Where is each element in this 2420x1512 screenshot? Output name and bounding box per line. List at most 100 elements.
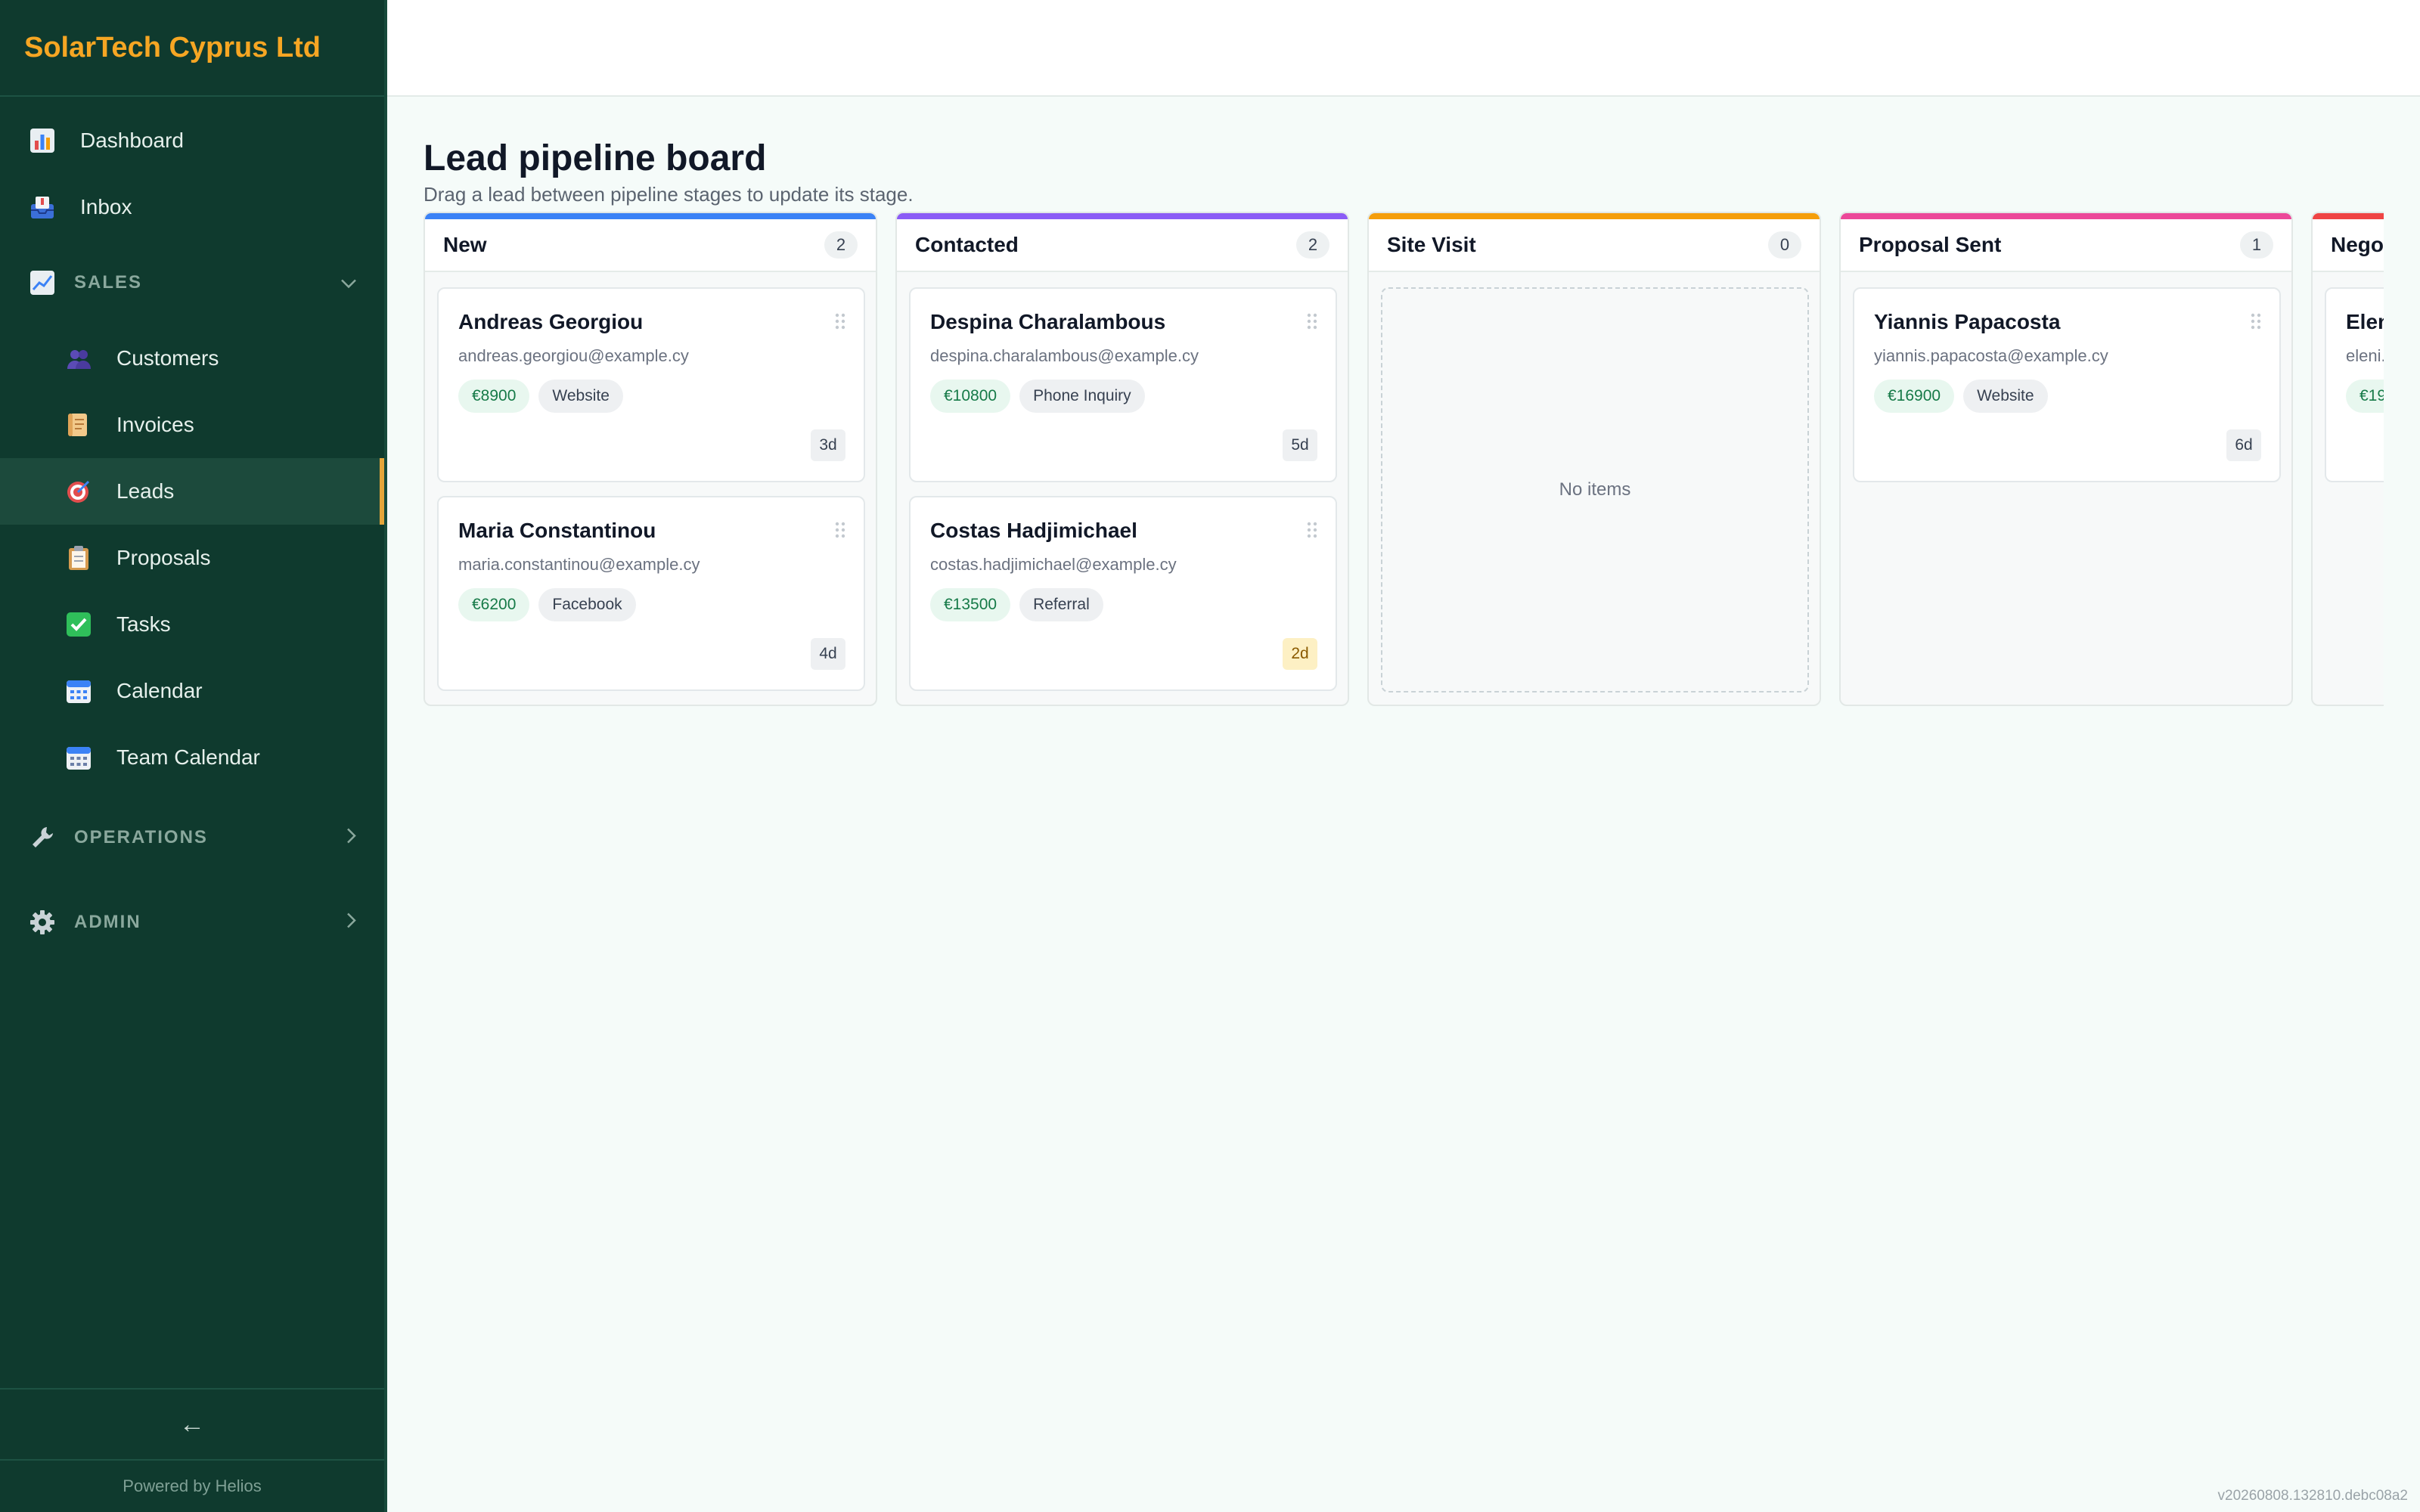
sidebar-item-calendar[interactable]: Calendar [0,658,384,724]
drag-handle-icon[interactable] [833,520,847,540]
pipeline-column-proposal-sent[interactable]: Proposal Sent 1 Yiannis Papacosta yianni… [1839,212,2293,706]
arrow-left-icon: ← [179,1409,205,1439]
lead-tags: €10800 Phone Inquiry [930,380,1145,413]
lead-value-badge: €8900 [458,380,530,413]
lead-age-badge: 4d [811,638,845,670]
sidebar-section-sales[interactable]: SALES [0,240,384,325]
sidebar-item-label: Team Calendar [116,745,260,769]
scroll-icon [65,411,92,438]
lead-tags: €13500 Referral [930,588,1103,621]
lead-card[interactable]: Eleni Mi eleni.mich €19500 [2325,287,2384,482]
drag-handle-icon[interactable] [1305,520,1319,540]
sidebar-item-team-calendar[interactable]: Team Calendar [0,724,384,791]
drag-handle-icon[interactable] [833,311,847,331]
page-subtitle: Drag a lead between pipeline stages to u… [424,183,914,206]
sidebar-nav: Dashboard Inbox SALES Customers Invoices… [0,97,384,965]
sidebar-item-dashboard[interactable]: Dashboard [0,107,384,174]
users-icon [65,345,92,372]
lead-source-badge: Facebook [538,588,636,621]
column-count-badge: 2 [824,231,858,259]
sidebar-section-operations[interactable]: OPERATIONS [0,795,384,880]
column-title: Negotiati [2331,233,2384,256]
bar-chart-icon [29,127,56,154]
sidebar-item-label: Customers [116,346,219,370]
lead-email: costas.hadjimichael@example.cy [930,555,1177,574]
sidebar-section-label: OPERATIONS [74,827,208,847]
pipeline-column-site-visit[interactable]: Site Visit 0 No items [1367,212,1821,706]
calendar-icon [65,677,92,705]
version-label: v20260808.132810.debc08a2 [2217,1488,2408,1504]
column-header: New 2 [425,219,876,272]
lead-source-badge: Referral [1019,588,1103,621]
lead-name: Yiannis Papacosta [1874,310,2061,333]
column-title: Contacted [915,233,1019,256]
column-count-badge: 0 [1768,231,1801,259]
brand-name[interactable]: SolarTech Cyprus Ltd [24,32,321,64]
sidebar-section-label: ADMIN [74,912,141,932]
pipeline-column-contacted[interactable]: Contacted 2 Despina Charalambous despina… [895,212,1349,706]
column-header: Contacted 2 [897,219,1348,272]
target-icon [65,478,92,505]
lead-tags: €6200 Facebook [458,588,636,621]
lead-value-badge: €6200 [458,588,530,621]
checkbox-icon [65,611,92,638]
drag-handle-icon[interactable] [2249,311,2263,331]
lead-card[interactable]: Andreas Georgiou andreas.georgiou@exampl… [437,287,865,482]
lead-tags: €8900 Website [458,380,623,413]
sidebar-item-label: Proposals [116,546,211,569]
empty-state-label: No items [1559,479,1631,500]
drag-handle-icon[interactable] [1305,311,1319,331]
pipeline-column-new[interactable]: New 2 Andreas Georgiou andreas.georgiou@… [424,212,877,706]
lead-source-badge: Website [538,380,623,413]
chevron-right-icon [346,826,357,850]
lead-email: yiannis.papacosta@example.cy [1874,346,2108,365]
sidebar-section-label: SALES [74,272,143,293]
sidebar-item-leads[interactable]: Leads [0,458,384,525]
collapse-sidebar-button[interactable]: ← [0,1388,384,1461]
lead-card[interactable]: Yiannis Papacosta yiannis.papacosta@exam… [1853,287,2281,482]
lead-age-badge: 6d [2226,429,2261,461]
board-overflow-clip: Negotiati Eleni Mi eleni.mich €19500 [2293,212,2384,706]
lead-source-badge: Website [1963,380,2048,413]
lead-age-badge: 2d [1283,638,1317,670]
column-header: Site Visit 0 [1369,219,1820,272]
wrench-icon [29,824,56,851]
sidebar-item-proposals[interactable]: Proposals [0,525,384,591]
chevron-down-icon [340,271,357,295]
lead-age-badge: 5d [1283,429,1317,461]
column-title: Proposal Sent [1859,233,2002,256]
empty-drop-zone[interactable]: No items [1381,287,1809,692]
lead-age-badge: 3d [811,429,845,461]
lead-tags: €19500 [2346,380,2384,413]
column-title: New [443,233,487,256]
column-header: Proposal Sent 1 [1841,219,2291,272]
lead-value-badge: €10800 [930,380,1011,413]
brand[interactable]: SolarTech Cyprus Ltd [0,0,384,97]
sidebar-item-inbox[interactable]: Inbox [0,174,384,240]
top-bar [387,0,2420,97]
lead-source-badge: Phone Inquiry [1019,380,1145,413]
column-count-badge: 2 [1296,231,1329,259]
trend-chart-icon [29,269,56,296]
clipboard-icon [65,544,92,572]
lead-value-badge: €13500 [930,588,1011,621]
lead-card[interactable]: Costas Hadjimichael costas.hadjimichael@… [909,496,1337,691]
lead-card[interactable]: Maria Constantinou maria.constantinou@ex… [437,496,865,691]
gear-icon [29,909,56,936]
calendar-icon [65,744,92,771]
lead-value-badge: €16900 [1874,380,1955,413]
lead-email: maria.constantinou@example.cy [458,555,700,574]
sidebar-item-invoices[interactable]: Invoices [0,392,384,458]
sidebar-item-customers[interactable]: Customers [0,325,384,392]
powered-by: Powered by Helios [123,1476,262,1495]
lead-card[interactable]: Despina Charalambous despina.charalambou… [909,287,1337,482]
sidebar-item-tasks[interactable]: Tasks [0,591,384,658]
lead-email: despina.charalambous@example.cy [930,346,1199,365]
inbox-icon [29,194,56,221]
sidebar-item-label: Calendar [116,679,203,702]
lead-email: andreas.georgiou@example.cy [458,346,689,365]
pipeline-column-negotiation[interactable]: Negotiati Eleni Mi eleni.mich €19500 [2311,212,2384,706]
sidebar-item-label: Invoices [116,413,194,436]
lead-name: Andreas Georgiou [458,310,644,333]
sidebar-section-admin[interactable]: ADMIN [0,880,384,965]
